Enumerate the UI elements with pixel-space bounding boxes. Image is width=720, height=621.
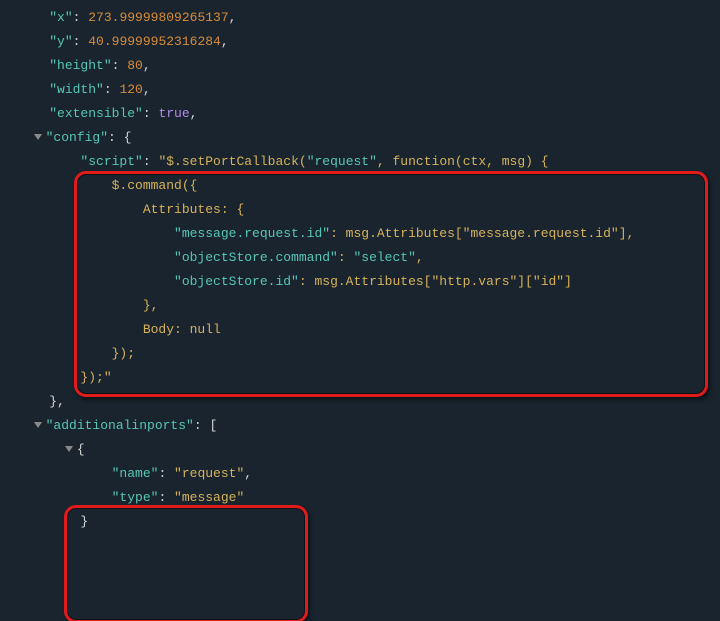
key: "x" bbox=[49, 10, 72, 25]
attr-key: "objectStore.id" bbox=[174, 274, 299, 289]
key: "script" bbox=[80, 154, 142, 169]
script-request-literal: "request" bbox=[307, 154, 377, 169]
value: true bbox=[158, 106, 189, 121]
value: 273.99999809265137 bbox=[88, 10, 228, 25]
script-line: "objectStore.id": msg.Attributes["http.v… bbox=[0, 270, 720, 294]
key: "extensible" bbox=[49, 106, 143, 121]
json-editor[interactable]: "x": 273.99999809265137, "y": 40.9999995… bbox=[0, 0, 720, 534]
script-line: Body: null bbox=[0, 318, 720, 342]
script-line: $.command({ bbox=[0, 174, 720, 198]
value: 80 bbox=[127, 58, 143, 73]
array-item-close: } bbox=[0, 510, 720, 534]
key: "additionalinports" bbox=[46, 418, 194, 433]
prop-config[interactable]: "config": { bbox=[0, 126, 720, 150]
array-item-open[interactable]: { bbox=[0, 438, 720, 462]
prop-additionalinports[interactable]: "additionalinports": [ bbox=[0, 414, 720, 438]
colon: : bbox=[73, 10, 89, 25]
script-line: "message.request.id": msg.Attributes["me… bbox=[0, 222, 720, 246]
prop-y[interactable]: "y": 40.99999952316284, bbox=[0, 30, 720, 54]
value: 120 bbox=[119, 82, 142, 97]
script-line: Attributes: { bbox=[0, 198, 720, 222]
collapse-toggle-icon[interactable] bbox=[34, 134, 42, 140]
value: "message" bbox=[174, 490, 244, 505]
key: "name" bbox=[112, 466, 159, 481]
key: "config" bbox=[46, 130, 108, 145]
script-line: });" bbox=[0, 366, 720, 390]
collapse-toggle-icon[interactable] bbox=[65, 446, 73, 452]
key: "height" bbox=[49, 58, 111, 73]
script-line: }); bbox=[0, 342, 720, 366]
prop-width[interactable]: "width": 120, bbox=[0, 78, 720, 102]
prop-script[interactable]: "script": "$.setPortCallback("request", … bbox=[0, 150, 720, 174]
prop-name[interactable]: "name": "request", bbox=[0, 462, 720, 486]
prop-type[interactable]: "type": "message" bbox=[0, 486, 720, 510]
value: "request" bbox=[174, 466, 244, 481]
prop-x[interactable]: "x": 273.99999809265137, bbox=[0, 6, 720, 30]
key: "type" bbox=[112, 490, 159, 505]
value: 40.99999952316284 bbox=[88, 34, 221, 49]
attr-val: "select" bbox=[353, 250, 415, 265]
attr-key: "message.request.id" bbox=[174, 226, 330, 241]
script-line: }, bbox=[0, 294, 720, 318]
prop-extensible[interactable]: "extensible": true, bbox=[0, 102, 720, 126]
script-line: "objectStore.command": "select", bbox=[0, 246, 720, 270]
collapse-toggle-icon[interactable] bbox=[34, 422, 42, 428]
config-close: }, bbox=[0, 390, 720, 414]
value: "$.setPortCallback( bbox=[158, 154, 306, 169]
key: "y" bbox=[49, 34, 72, 49]
attr-key: "objectStore.command" bbox=[174, 250, 338, 265]
prop-height[interactable]: "height": 80, bbox=[0, 54, 720, 78]
key: "width" bbox=[49, 82, 104, 97]
value: , function(ctx, msg) { bbox=[377, 154, 549, 169]
